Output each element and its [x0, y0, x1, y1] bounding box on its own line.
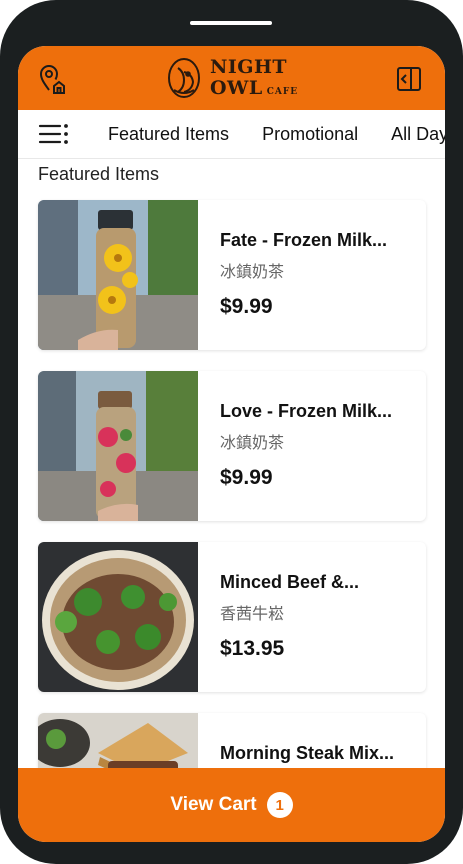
item-name: Minced Beef &...: [220, 572, 360, 592]
item-price: $9.99: [220, 466, 273, 489]
app-screen: NIGHT OWL CAFE Featured Items Promotiona…: [18, 46, 445, 842]
phone-speaker: [190, 21, 272, 25]
tab-promotional[interactable]: Promotional: [262, 110, 358, 158]
menu-item-card[interactable]: Morning Steak Mix...: [38, 713, 426, 768]
item-image: [38, 371, 198, 521]
item-image: [38, 713, 198, 768]
item-subtitle: 冰鎮奶茶: [220, 264, 285, 281]
menu-item-card[interactable]: Fate - Frozen Milk... 冰鎮奶茶 $9.99: [38, 200, 426, 350]
view-cart-button[interactable]: View Cart 1: [18, 768, 445, 842]
item-image: [38, 542, 198, 692]
menu-list[interactable]: Featured Items Fate - Frozen Milk... 冰鎮奶…: [18, 158, 445, 768]
item-image: [38, 200, 198, 350]
item-name: Morning Steak Mix...: [220, 743, 395, 763]
tab-all-day[interactable]: All Day: [391, 110, 445, 158]
category-bar: Featured Items Promotional All Day: [18, 110, 445, 159]
menu-icon[interactable]: [38, 122, 68, 146]
logo-line-2: OWL: [210, 77, 263, 99]
item-name: Love - Frozen Milk...: [220, 401, 393, 421]
owl-logo-icon: [168, 58, 200, 98]
view-cart-label: View Cart: [170, 794, 257, 815]
store-location-icon[interactable]: [36, 62, 70, 96]
logo-cafe: CAFE: [266, 87, 299, 97]
top-bar: NIGHT OWL CAFE: [18, 46, 445, 110]
menu-item-card[interactable]: Minced Beef &... 香茜牛崧 $13.95: [38, 542, 426, 692]
collapse-panel-icon[interactable]: [392, 62, 426, 96]
section-title: Featured Items: [38, 164, 160, 184]
item-subtitle: 香茜牛崧: [220, 606, 285, 623]
item-name: Fate - Frozen Milk...: [220, 230, 388, 250]
menu-item-card[interactable]: Love - Frozen Milk... 冰鎮奶茶 $9.99: [38, 371, 426, 521]
item-price: $13.95: [220, 637, 285, 660]
phone-frame: NIGHT OWL CAFE Featured Items Promotiona…: [0, 0, 463, 864]
tab-featured-items[interactable]: Featured Items: [108, 110, 229, 158]
cart-count-badge: 1: [266, 792, 293, 818]
cafe-logo: NIGHT OWL CAFE: [164, 54, 298, 102]
item-subtitle: 冰鎮奶茶: [220, 435, 285, 452]
item-price: $9.99: [220, 295, 273, 318]
logo-line-1: NIGHT: [210, 56, 288, 78]
category-tabs: Featured Items Promotional All Day: [108, 110, 445, 158]
